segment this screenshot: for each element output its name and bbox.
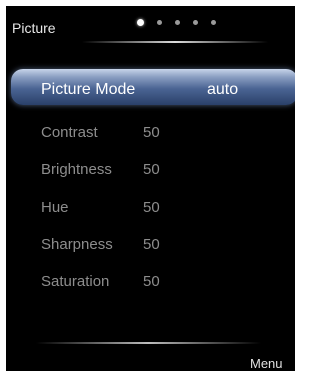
- brightness-label: Brightness: [41, 161, 112, 178]
- saturation-value: 50: [143, 273, 160, 290]
- picture-settings-screen: Picture Picture Mode auto Contrast 50 Br…: [6, 6, 295, 371]
- saturation-label: Saturation: [41, 273, 110, 290]
- page-dot-3: [175, 20, 180, 25]
- sharpness-label: Sharpness: [41, 236, 113, 253]
- setting-row-saturation[interactable]: Saturation 50: [6, 273, 286, 293]
- page-title: Picture: [12, 20, 56, 36]
- contrast-label: Contrast: [41, 124, 98, 141]
- page-indicator: [137, 19, 216, 26]
- footer-divider: [36, 342, 261, 344]
- brightness-value: 50: [143, 161, 160, 178]
- hue-value: 50: [143, 199, 160, 216]
- setting-row-sharpness[interactable]: Sharpness 50: [6, 236, 286, 256]
- picture-mode-label: Picture Mode: [41, 81, 136, 98]
- hue-label: Hue: [41, 199, 69, 216]
- contrast-value: 50: [143, 124, 160, 141]
- picture-mode-value[interactable]: auto: [207, 81, 238, 99]
- page-dot-1: [137, 19, 144, 26]
- sharpness-value: 50: [143, 236, 160, 253]
- setting-row-brightness[interactable]: Brightness 50: [6, 161, 286, 181]
- page-dot-4: [193, 20, 198, 25]
- setting-row-contrast[interactable]: Contrast 50: [6, 124, 286, 144]
- page-dot-2: [157, 20, 162, 25]
- menu-button[interactable]: Menu: [250, 356, 283, 371]
- page-dot-5: [211, 20, 216, 25]
- header-divider: [82, 41, 268, 43]
- setting-row-hue[interactable]: Hue 50: [6, 199, 286, 219]
